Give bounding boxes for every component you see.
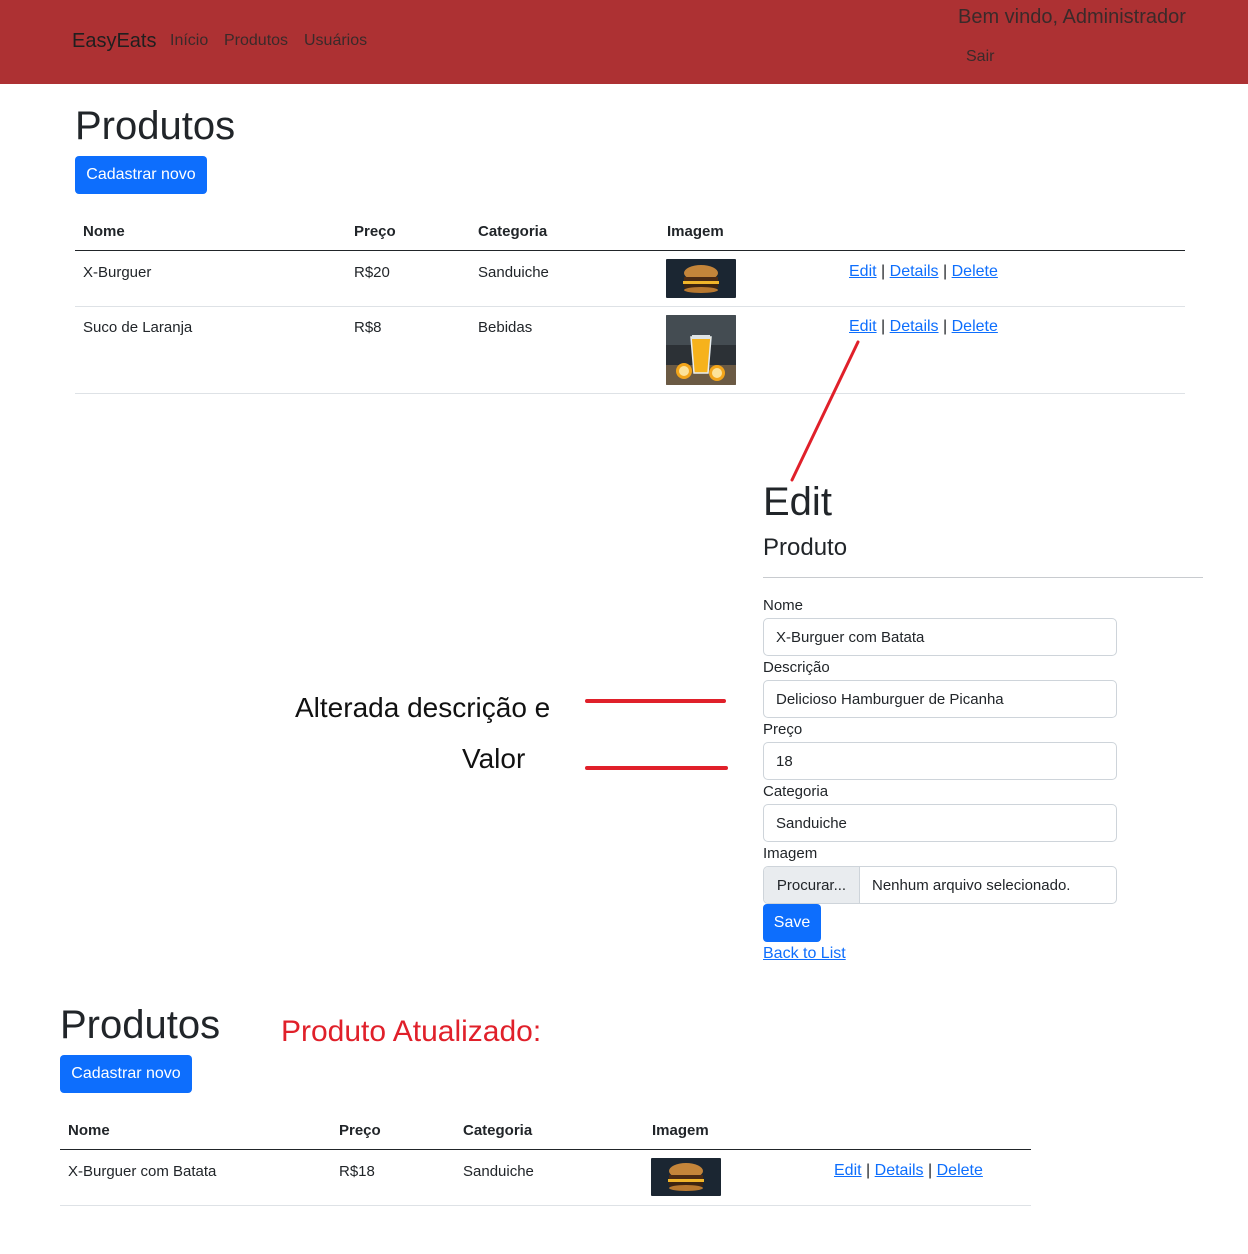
column-header-preco: Preço: [354, 223, 396, 240]
table-header-divider: [60, 1149, 1031, 1150]
column-header-categoria: Categoria: [463, 1122, 533, 1139]
page-title-updated: Produtos: [60, 1003, 221, 1047]
separator: |: [866, 1162, 871, 1179]
table-header-divider: [75, 250, 1185, 251]
cell-preco: R$18: [339, 1163, 375, 1180]
edit-link[interactable]: Edit: [849, 318, 877, 335]
cell-nome: Suco de Laranja: [83, 319, 193, 336]
form-divider: [763, 577, 1203, 578]
label-descricao: Descrição: [763, 659, 830, 676]
delete-link[interactable]: Delete: [937, 1162, 983, 1179]
column-header-nome: Nome: [68, 1122, 110, 1139]
row-actions: Edit | Details | Delete: [849, 318, 998, 336]
annotation-arrow: [790, 340, 860, 482]
annotation-updated: Produto Atualizado:: [281, 1015, 542, 1048]
row-actions: Edit | Details | Delete: [834, 1162, 983, 1180]
delete-link[interactable]: Delete: [952, 318, 998, 335]
label-preco: Preço: [763, 721, 803, 738]
brand-logo[interactable]: EasyEats: [72, 30, 156, 53]
cell-categoria: Sanduiche: [463, 1163, 534, 1180]
page-title: Produtos: [75, 104, 236, 148]
cell-categoria: Sanduiche: [478, 264, 549, 281]
cell-nome: X-Burguer com Batata: [68, 1163, 217, 1180]
back-to-list-link[interactable]: Back to List: [763, 945, 846, 963]
column-header-preco: Preço: [339, 1122, 381, 1139]
orange-juice-image: [666, 315, 736, 385]
column-header-categoria: Categoria: [478, 223, 548, 240]
label-imagem: Imagem: [763, 845, 818, 862]
annotation-pointer-descricao: [585, 699, 726, 703]
new-product-button[interactable]: Cadastrar novo: [60, 1055, 192, 1093]
browse-button[interactable]: Procurar...: [764, 867, 860, 903]
cell-nome: X-Burguer: [83, 264, 152, 281]
separator: |: [881, 318, 886, 335]
delete-link[interactable]: Delete: [952, 263, 998, 280]
cell-categoria: Bebidas: [478, 319, 533, 336]
new-product-button[interactable]: Cadastrar novo: [75, 156, 207, 194]
separator: |: [881, 263, 886, 280]
cell-preco: R$20: [354, 264, 390, 281]
edit-link[interactable]: Edit: [834, 1162, 862, 1179]
file-status: Nenhum arquivo selecionado.: [872, 876, 1071, 894]
row-divider: [60, 1205, 1031, 1206]
separator: |: [943, 318, 948, 335]
annotation-changed-line1: Alterada descrição e: [295, 692, 551, 723]
cell-preco: R$8: [354, 319, 382, 336]
navbar: EasyEats Início Produtos Usuários Bem vi…: [0, 0, 1248, 84]
details-link[interactable]: Details: [875, 1162, 924, 1179]
nav-link-usuarios[interactable]: Usuários: [304, 32, 367, 50]
nome-input[interactable]: X-Burguer com Batata: [763, 618, 1117, 656]
welcome-text: Bem vindo, Administrador: [958, 6, 1186, 28]
separator: |: [943, 263, 948, 280]
logout-link[interactable]: Sair: [966, 48, 994, 66]
burger-image: [666, 259, 736, 298]
descricao-input[interactable]: Delicioso Hamburguer de Picanha: [763, 680, 1117, 718]
row-divider: [75, 306, 1185, 307]
row-divider: [75, 393, 1185, 394]
column-header-nome: Nome: [83, 223, 125, 240]
details-link[interactable]: Details: [890, 318, 939, 335]
edit-title: Edit: [763, 480, 832, 524]
annotation-changed-line2: Valor: [462, 743, 526, 774]
burger-image: [651, 1158, 721, 1196]
separator: |: [928, 1162, 933, 1179]
column-header-imagem: Imagem: [667, 223, 724, 240]
edit-subtitle: Produto: [763, 534, 848, 561]
imagem-file-input[interactable]: Procurar... Nenhum arquivo selecionado.: [763, 866, 1117, 904]
details-link[interactable]: Details: [890, 263, 939, 280]
label-categoria: Categoria: [763, 783, 829, 800]
nav-link-produtos[interactable]: Produtos: [224, 32, 288, 50]
edit-link[interactable]: Edit: [849, 263, 877, 280]
nav-link-inicio[interactable]: Início: [170, 32, 208, 50]
column-header-imagem: Imagem: [652, 1122, 709, 1139]
preco-input[interactable]: 18: [763, 742, 1117, 780]
categoria-input[interactable]: Sanduiche: [763, 804, 1117, 842]
annotation-pointer-valor: [585, 766, 728, 770]
save-button[interactable]: Save: [763, 904, 821, 942]
row-actions: Edit | Details | Delete: [849, 263, 998, 281]
label-nome: Nome: [763, 597, 804, 614]
